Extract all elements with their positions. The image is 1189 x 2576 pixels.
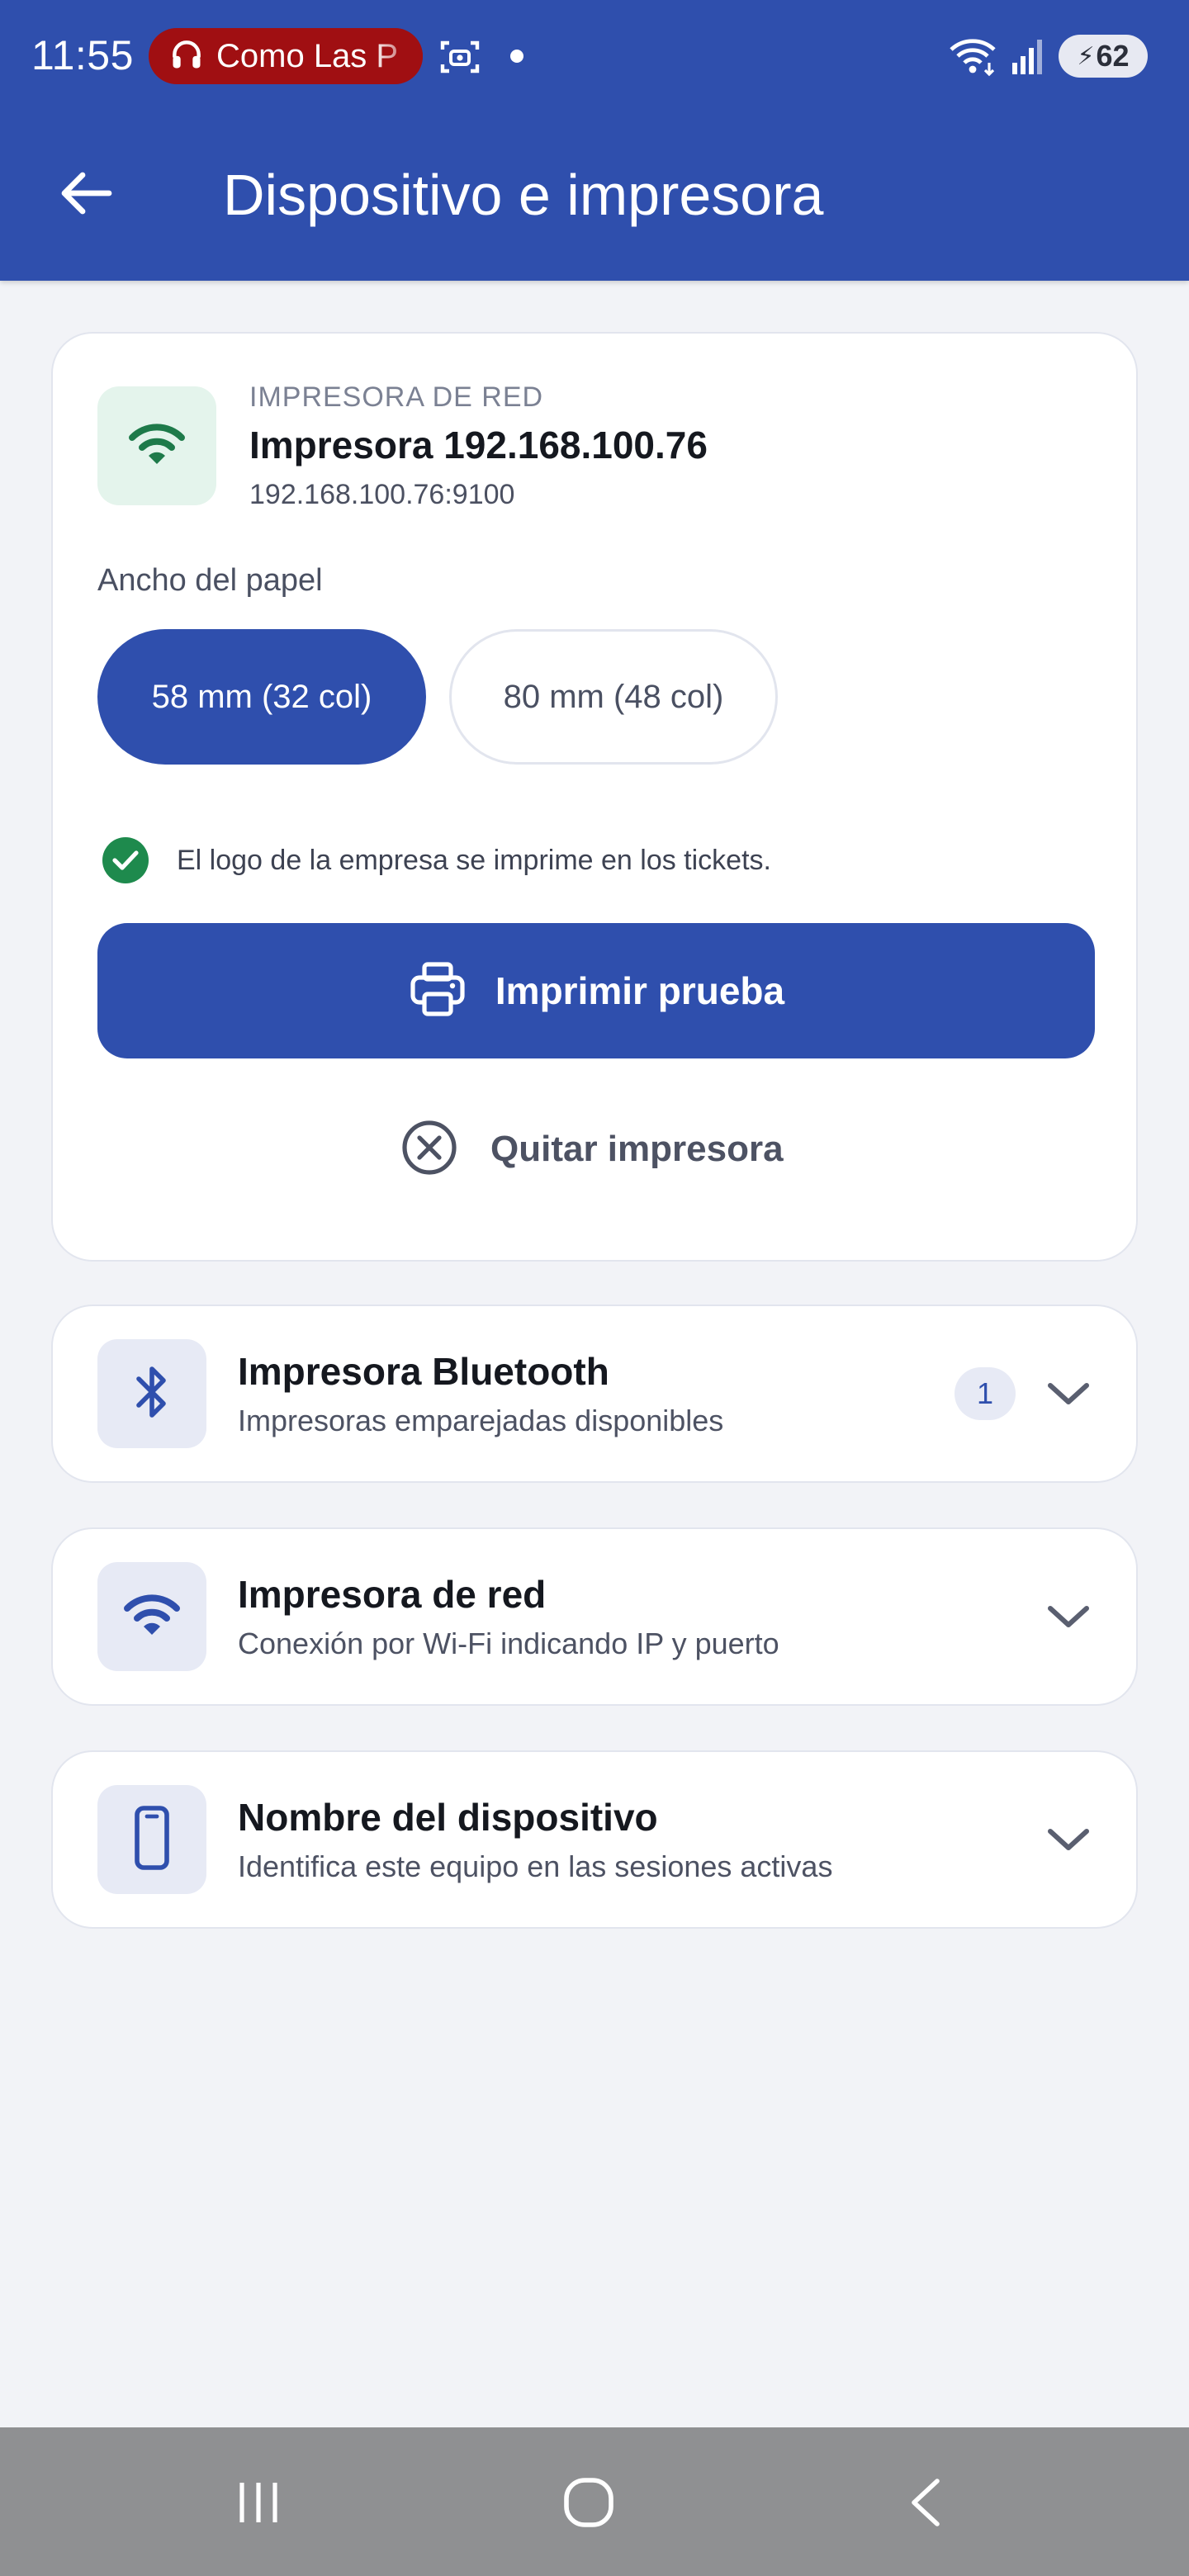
section-device-name[interactable]: Nombre del dispositivo Identifica este e… [51, 1750, 1138, 1929]
back-icon[interactable] [888, 2465, 963, 2540]
printer-name: Impresora 192.168.100.76 [249, 424, 708, 466]
media-title: Como Las P [216, 37, 399, 74]
chevron-down-icon[interactable] [1044, 1593, 1093, 1640]
section-title: Nombre del dispositivo [238, 1796, 658, 1839]
section-title: Impresora de red [238, 1573, 547, 1616]
section-subtitle: Impresoras emparejadas disponibles [238, 1404, 724, 1437]
section-title: Impresora Bluetooth [238, 1350, 609, 1393]
printer-icon [408, 959, 467, 1023]
check-circle-icon [102, 837, 149, 883]
printer-type-label: IMPRESORA DE RED [249, 381, 544, 413]
section-network-printer[interactable]: Impresora de red Conexión por Wi-Fi indi… [51, 1527, 1138, 1706]
cellular-signal-icon [1011, 36, 1047, 76]
system-navigation-bar [0, 2427, 1189, 2576]
arrow-left-icon [59, 170, 112, 220]
home-icon[interactable] [552, 2465, 626, 2540]
logo-note-text: El logo de la empresa se imprime en los … [177, 844, 771, 876]
print-test-label: Imprimir prueba [495, 969, 785, 1012]
status-time: 11:55 [31, 32, 134, 78]
bluetooth-icon [132, 1362, 172, 1426]
section-bluetooth-printer[interactable]: Impresora Bluetooth Impresoras emparejad… [51, 1305, 1138, 1483]
printer-address: 192.168.100.76:9100 [249, 479, 515, 510]
paper-option-80mm[interactable]: 80 mm (48 col) [449, 629, 778, 765]
wifi-icon [127, 419, 187, 473]
battery-charging-icon: ⚡ 62 [1059, 35, 1148, 78]
close-circle-icon [400, 1118, 459, 1181]
screen-capture-icon [439, 38, 481, 76]
app-header: 11:55 Como Las P ⚡ 62 Dispositivo e impre… [0, 0, 1189, 281]
section-icon-box [97, 1785, 206, 1894]
section-icon-box [97, 1339, 206, 1448]
section-subtitle: Conexión por Wi-Fi indicando IP y puerto [238, 1627, 779, 1660]
chevron-down-icon[interactable] [1044, 1816, 1093, 1863]
wifi-icon [122, 1590, 182, 1644]
print-test-button[interactable]: Imprimir prueba [97, 923, 1095, 1058]
logo-print-note: El logo de la empresa se imprime en los … [97, 837, 771, 883]
paper-option-58mm[interactable]: 58 mm (32 col) [97, 629, 426, 765]
remove-printer-button[interactable]: Quitar impresora [400, 1116, 784, 1182]
printer-type-icon-box [97, 386, 216, 505]
section-icon-box [97, 1562, 206, 1671]
back-button[interactable] [54, 163, 117, 226]
wifi-icon [948, 36, 997, 78]
battery-level: 62 [1096, 39, 1130, 73]
paired-count-badge: 1 [955, 1367, 1016, 1420]
recents-icon[interactable] [221, 2465, 296, 2540]
section-subtitle: Identifica este equipo en las sesiones a… [238, 1849, 833, 1883]
status-bar: 11:55 Como Las P ⚡ 62 [0, 0, 1189, 112]
paper-width-label: Ancho del papel [97, 563, 323, 598]
notification-dot-icon [510, 50, 523, 63]
media-playback-pill[interactable]: Como Las P [149, 28, 423, 84]
page-title: Dispositivo e impresora [223, 163, 824, 227]
remove-printer-label: Quitar impresora [490, 1129, 784, 1169]
headphones-icon [168, 36, 205, 77]
phone-icon [132, 1805, 172, 1875]
chevron-down-icon[interactable] [1044, 1371, 1093, 1417]
configured-printer-card: IMPRESORA DE RED Impresora 192.168.100.7… [51, 332, 1138, 1262]
